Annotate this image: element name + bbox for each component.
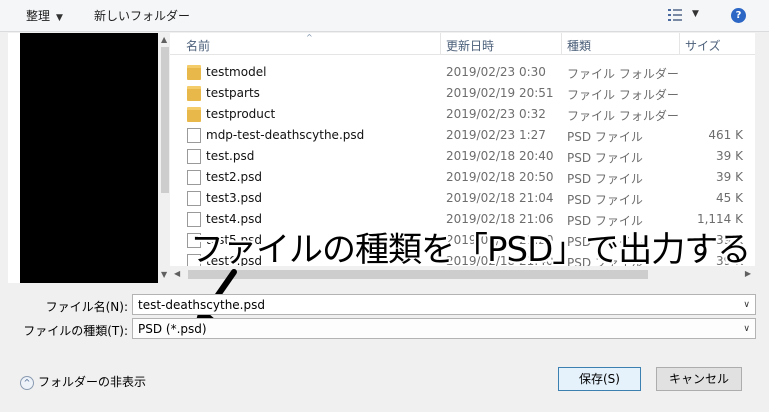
file-size: 39 K (716, 149, 743, 163)
hide-folders-toggle[interactable]: ^ フォルダーの非表示 (20, 373, 146, 390)
column-separator[interactable] (561, 33, 562, 55)
column-name[interactable]: 名前 (186, 37, 210, 54)
chevron-down-icon[interactable]: ∨ (743, 300, 750, 310)
file-name: testparts (206, 86, 260, 100)
file-icon (187, 128, 201, 143)
file-icon (187, 149, 201, 164)
folder-icon (187, 65, 201, 80)
file-size: 461 K (708, 128, 743, 142)
sort-ascending-icon: ^ (306, 33, 313, 42)
column-size[interactable]: サイズ (685, 37, 721, 54)
hide-folders-label: フォルダーの非表示 (38, 375, 147, 389)
file-date: 2019/02/23 0:32 (446, 107, 546, 121)
toolbar: 整理 ▼ 新しいフォルダー ▼ ? (0, 0, 769, 32)
cancel-button[interactable]: キャンセル (656, 367, 742, 391)
file-date: 2019/02/18 20:40 (446, 149, 554, 163)
scroll-up-icon[interactable]: ▲ (161, 35, 167, 44)
file-name: testmodel (206, 65, 267, 79)
scroll-thumb[interactable] (161, 47, 169, 193)
view-options-icon[interactable] (668, 9, 682, 21)
folder-icon (187, 86, 201, 101)
file-name: test.psd (206, 149, 255, 163)
file-date: 2019/02/18 20:50 (446, 170, 554, 184)
file-row[interactable]: test.psd 2019/02/18 20:40 PSD ファイル 39 K (170, 146, 755, 167)
file-type: PSD ファイル (567, 151, 643, 165)
view-dropdown-icon[interactable]: ▼ (692, 9, 699, 19)
folder-icon (187, 107, 201, 122)
file-icon (187, 170, 201, 185)
file-name: testproduct (206, 107, 276, 121)
column-separator[interactable] (679, 33, 680, 55)
file-type-label: ファイルの種類(T): (23, 324, 128, 338)
file-type: ファイル フォルダー (567, 67, 679, 81)
column-type[interactable]: 種類 (567, 37, 591, 54)
file-size: 39 K (716, 170, 743, 184)
file-name-input[interactable]: test-deathscythe.psd ∨ (132, 294, 756, 315)
file-icon (187, 191, 201, 206)
chevron-down-icon: ▼ (56, 13, 63, 23)
file-type-value: PSD (*.psd) (138, 322, 207, 336)
file-type: PSD ファイル (567, 172, 643, 186)
scroll-left-icon[interactable]: ◀ (174, 269, 180, 278)
file-type-select[interactable]: PSD (*.psd) ∨ (132, 318, 756, 339)
scroll-thumb[interactable] (188, 270, 648, 279)
save-button[interactable]: 保存(S) (558, 367, 641, 391)
column-date[interactable]: 更新日時 (446, 37, 494, 54)
file-type: PSD ファイル (567, 130, 643, 144)
new-folder-button[interactable]: 新しいフォルダー (94, 7, 190, 24)
file-name: test2.psd (206, 170, 262, 184)
file-date: 2019/02/19 20:51 (446, 86, 554, 100)
file-row[interactable]: test2.psd 2019/02/18 20:50 PSD ファイル 39 K (170, 167, 755, 188)
file-row[interactable]: testproduct 2019/02/23 0:32 ファイル フォルダー (170, 104, 755, 125)
column-header: ^ 名前 更新日時 種類 サイズ (170, 33, 755, 55)
annotation-text: ファイルの種類を「PSD」で出力する (190, 230, 751, 270)
navigation-pane: ▲ ▼ (8, 33, 172, 283)
file-name-value: test-deathscythe.psd (138, 298, 265, 312)
file-row[interactable]: testparts 2019/02/19 20:51 ファイル フォルダー (170, 83, 755, 104)
file-row[interactable]: test3.psd 2019/02/18 21:04 PSD ファイル 45 K (170, 188, 755, 209)
file-name: mdp-test-deathscythe.psd (206, 128, 365, 142)
file-date: 2019/02/23 0:30 (446, 65, 546, 79)
file-type: ファイル フォルダー (567, 88, 679, 102)
file-date: 2019/02/18 21:04 (446, 191, 554, 205)
redacted-area (20, 33, 158, 283)
file-row[interactable]: mdp-test-deathscythe.psd 2019/02/23 1:27 P… (170, 125, 755, 146)
file-type: ファイル フォルダー (567, 109, 679, 123)
chevron-down-icon[interactable]: ∨ (743, 324, 750, 334)
file-name-label: ファイル名(N): (45, 300, 128, 314)
file-type: PSD ファイル (567, 193, 643, 207)
organize-button[interactable]: 整理 ▼ (26, 7, 63, 24)
organize-label: 整理 (26, 9, 51, 23)
help-icon[interactable]: ? (731, 8, 746, 23)
file-date: 2019/02/23 1:27 (446, 128, 546, 142)
file-row[interactable]: testmodel 2019/02/23 0:30 ファイル フォルダー (170, 62, 755, 83)
column-separator[interactable] (440, 33, 441, 55)
chevron-up-icon: ^ (20, 375, 34, 390)
file-size: 45 K (716, 191, 743, 205)
scroll-down-icon[interactable]: ▼ (161, 270, 167, 279)
file-name: test3.psd (206, 191, 262, 205)
